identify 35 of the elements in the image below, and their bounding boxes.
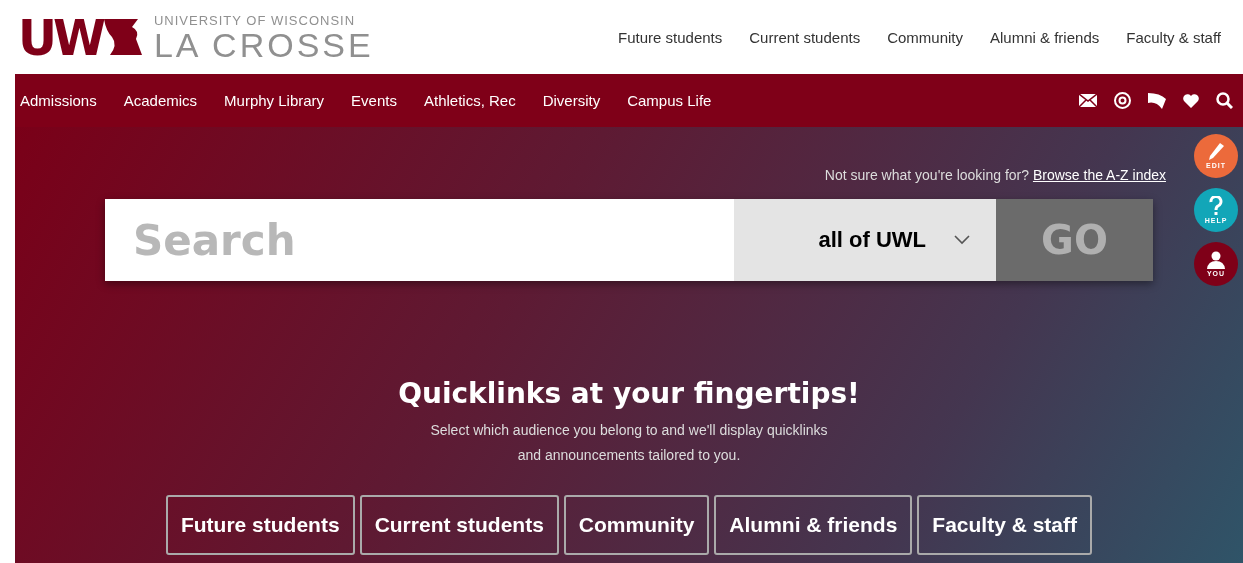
main-nav-link[interactable]: Academics: [123, 92, 198, 109]
person-icon: [1207, 251, 1225, 269]
logo-subtitle: UNIVERSITY OF WISCONSIN: [153, 12, 357, 28]
quicklinks-title: Quicklinks at your fingertips!: [398, 377, 860, 410]
scope-dropdown[interactable]: all of UWL: [734, 199, 996, 281]
main-nav-link[interactable]: Campus Life: [627, 92, 712, 109]
audience-button[interactable]: Future students: [165, 495, 355, 555]
quicklinks-description: and announcements tailored to you.: [517, 446, 741, 465]
top-nav-link[interactable]: Alumni & friends: [990, 28, 1100, 46]
wing-icon[interactable]: [1148, 92, 1166, 109]
audience-button[interactable]: Alumni & friends: [714, 495, 913, 555]
heart-icon[interactable]: [1183, 93, 1199, 108]
search-icon[interactable]: [1216, 92, 1233, 109]
main-nav-link[interactable]: Athletics, Rec: [423, 92, 516, 109]
az-index-link[interactable]: Browse the A-Z index: [1032, 167, 1166, 183]
top-nav-link[interactable]: Current students: [749, 28, 861, 46]
audience-button[interactable]: Community: [563, 495, 710, 555]
quicklinks-description: Select which audience you belong to and we'll display quicklinks: [430, 421, 828, 440]
pencil-icon: [1208, 143, 1224, 161]
audience-button[interactable]: Current students: [359, 495, 559, 555]
main-nav-link[interactable]: Admissions: [20, 92, 97, 109]
audience-button[interactable]: Faculty & staff: [917, 495, 1093, 555]
top-nav-link[interactable]: Faculty & staff: [1126, 28, 1221, 46]
search-field[interactable]: Search: [105, 199, 734, 281]
chevron-down-icon: [954, 235, 970, 245]
logo-mark[interactable]: UW: [18, 11, 102, 63]
question-mark-icon: [1209, 196, 1223, 216]
search-hint: Not sure what you're looking for? Browse the A-Z index: [824, 167, 1166, 183]
top-nav-link[interactable]: Community: [887, 28, 963, 46]
main-nav-link[interactable]: Murphy Library: [224, 92, 325, 109]
mail-icon[interactable]: [1079, 94, 1097, 107]
main-nav-link[interactable]: Diversity: [542, 92, 601, 109]
logo-title: LA CROSSE: [153, 27, 374, 62]
main-nav-link[interactable]: Events: [351, 92, 397, 109]
top-nav-link[interactable]: Future students: [618, 28, 723, 46]
